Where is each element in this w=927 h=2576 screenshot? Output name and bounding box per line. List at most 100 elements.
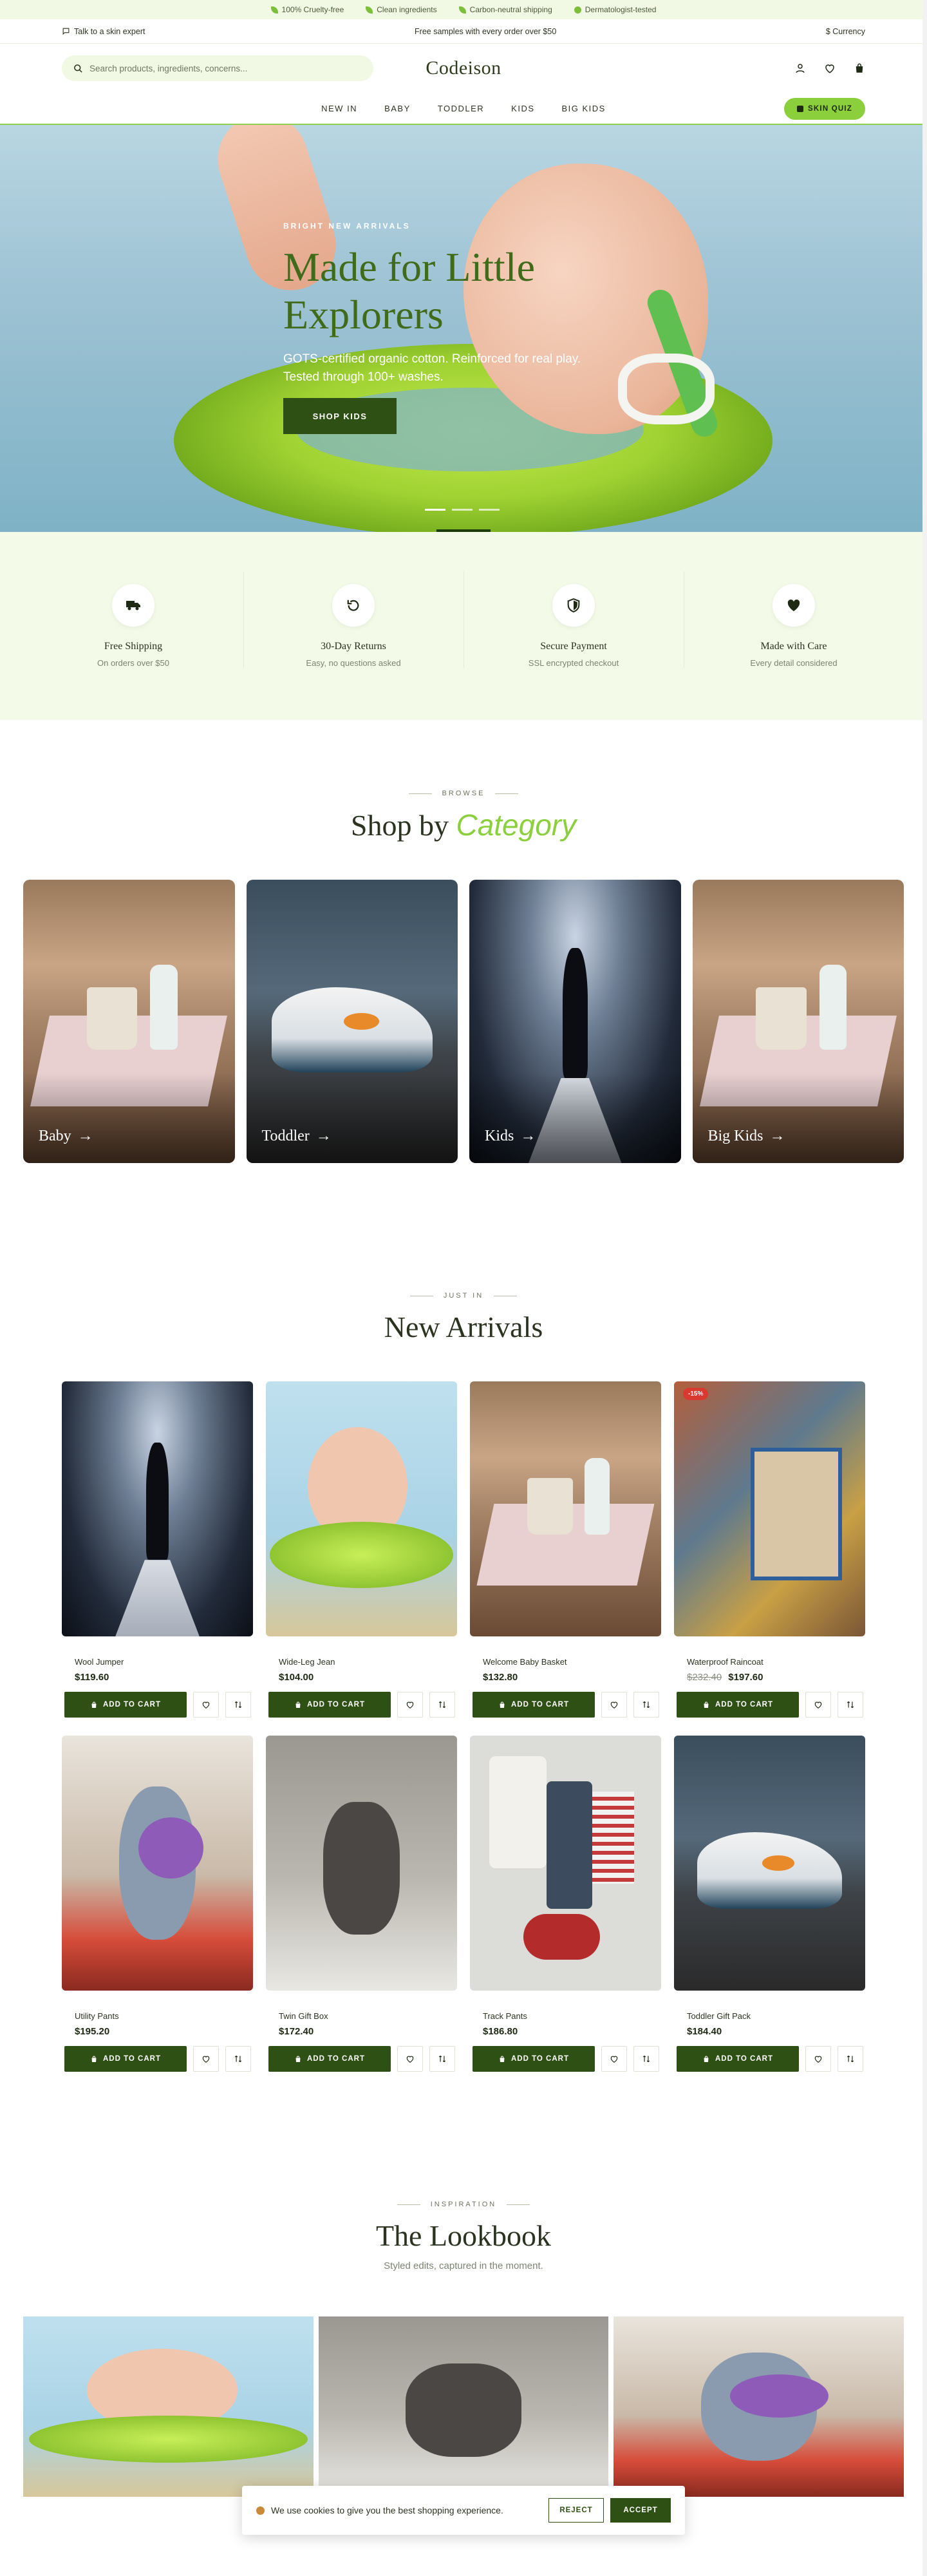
reject-cookies-button[interactable]: REJECT <box>548 2498 604 2523</box>
cart-icon[interactable] <box>854 62 865 74</box>
add-to-cart-button[interactable]: ADD TO CART <box>473 2046 595 2072</box>
product-name[interactable]: Wool Jumper <box>62 1657 253 1667</box>
lookbook-image[interactable] <box>318 2316 609 2497</box>
lookbook-image[interactable] <box>23 2316 314 2497</box>
product-name[interactable]: Welcome Baby Basket <box>470 1657 661 1667</box>
category-card-kids[interactable]: Kids → <box>469 880 681 1163</box>
add-to-cart-button[interactable]: ADD TO CART <box>64 1692 187 1718</box>
product-image[interactable] <box>674 1736 865 1991</box>
cookie-icon <box>256 2506 265 2515</box>
category-label: Baby → <box>39 1128 93 1144</box>
page-scrollbar[interactable] <box>922 0 927 2576</box>
hero-title: Made for Little Explorers <box>283 244 535 337</box>
add-to-cart-button[interactable]: ADD TO CART <box>473 1692 595 1718</box>
product-name[interactable]: Waterproof Raincoat <box>674 1657 865 1667</box>
nav-item-toddler[interactable]: TODDLER <box>438 104 484 113</box>
product-card[interactable]: Utility Pants $195.20 ADD TO CART <box>62 1736 253 2072</box>
image-detail <box>271 987 433 1073</box>
category-card-toddler[interactable]: Toddler → <box>246 880 458 1163</box>
compare-button[interactable] <box>838 2046 863 2072</box>
product-name[interactable]: Track Pants <box>470 2011 661 2021</box>
feature-subtitle: Easy, no questions asked <box>306 658 401 668</box>
product-name[interactable]: Utility Pants <box>62 2011 253 2021</box>
compare-icon <box>642 2055 650 2063</box>
bag-icon <box>704 1701 709 1708</box>
product-card[interactable]: Wool Jumper $119.60 ADD TO CART <box>62 1381 253 1718</box>
feature-title: Made with Care <box>760 641 827 652</box>
announcement-item: Dermatologist-tested <box>574 5 656 14</box>
product-name[interactable]: Wide-Leg Jean <box>266 1657 457 1667</box>
product-card[interactable]: Welcome Baby Basket $132.80 ADD TO CART <box>470 1381 661 1718</box>
wishlist-button[interactable] <box>805 1692 831 1718</box>
compare-button[interactable] <box>225 2046 251 2072</box>
product-card[interactable]: Twin Gift Box $172.40 ADD TO CART <box>266 1736 457 2072</box>
wishlist-button[interactable] <box>601 2046 627 2072</box>
wishlist-button[interactable] <box>193 2046 219 2072</box>
product-card[interactable]: -15% Waterproof Raincoat $232.40 $197.60 ADD… <box>674 1381 865 1718</box>
product-image[interactable] <box>266 1736 457 1991</box>
product-card[interactable]: Wide-Leg Jean $104.00 ADD TO CART <box>266 1381 457 1718</box>
wishlist-button[interactable] <box>397 2046 423 2072</box>
image-detail <box>523 1914 600 1960</box>
category-card-baby[interactable]: Baby → <box>23 880 235 1163</box>
product-image[interactable] <box>470 1736 661 1991</box>
compare-icon <box>234 1701 242 1709</box>
carousel-dots <box>425 509 500 511</box>
shop-kids-button[interactable]: SHOP KIDS <box>283 398 397 434</box>
wishlist-icon[interactable] <box>824 62 836 74</box>
compare-button[interactable] <box>633 1692 659 1718</box>
add-to-cart-button[interactable]: ADD TO CART <box>268 1692 391 1718</box>
category-label: Kids → <box>485 1128 536 1144</box>
site-logo[interactable]: Codeison <box>426 57 501 79</box>
search-placeholder: Search products, ingredients, concerns..… <box>89 63 248 73</box>
wishlist-button[interactable] <box>601 1692 627 1718</box>
add-to-cart-button[interactable]: ADD TO CART <box>677 2046 799 2072</box>
product-actions: ADD TO CART <box>470 1692 661 1718</box>
product-image[interactable]: -15% <box>674 1381 865 1636</box>
add-to-cart-button[interactable]: ADD TO CART <box>268 2046 391 2072</box>
image-detail <box>819 965 847 1050</box>
accept-cookies-button[interactable]: ACCEPT <box>610 2498 671 2523</box>
compare-button[interactable] <box>429 1692 455 1718</box>
product-price: $195.20 <box>62 2026 253 2037</box>
sale-badge: -15% <box>683 1388 709 1400</box>
account-icon[interactable] <box>794 62 806 74</box>
add-to-cart-button[interactable]: ADD TO CART <box>64 2046 187 2072</box>
skin-quiz-button[interactable]: SKIN QUIZ <box>784 98 865 120</box>
product-image[interactable] <box>62 1381 253 1636</box>
compare-button[interactable] <box>633 2046 659 2072</box>
carousel-dot[interactable] <box>452 509 473 511</box>
compare-button[interactable] <box>225 1692 251 1718</box>
product-image[interactable] <box>266 1381 457 1636</box>
nav-item-new-in[interactable]: NEW IN <box>321 104 357 113</box>
arrow-right-icon: → <box>769 1128 785 1144</box>
product-name[interactable]: Toddler Gift Pack <box>674 2011 865 2021</box>
nav-item-big-kids[interactable]: BIG KIDS <box>562 104 606 113</box>
wishlist-button[interactable] <box>193 1692 219 1718</box>
carousel-dot[interactable] <box>425 509 445 511</box>
compare-button[interactable] <box>429 2046 455 2072</box>
wishlist-button[interactable] <box>397 1692 423 1718</box>
nav-item-baby[interactable]: BABY <box>384 104 411 113</box>
image-detail <box>729 2374 829 2418</box>
product-card[interactable]: Toddler Gift Pack $184.40 ADD TO CART <box>674 1736 865 2072</box>
carousel-dot[interactable] <box>479 509 500 511</box>
search-input[interactable]: Search products, ingredients, concerns..… <box>62 55 373 81</box>
current-price: $119.60 <box>75 1672 109 1683</box>
currency-selector[interactable]: $ Currency <box>826 27 865 36</box>
compare-button[interactable] <box>838 1692 863 1718</box>
category-grid: Baby → Toddler → Kids → Big Kids → <box>0 880 927 1163</box>
wishlist-button[interactable] <box>805 2046 831 2072</box>
category-section-header: BROWSE Shop by Category <box>0 790 927 842</box>
product-name[interactable]: Twin Gift Box <box>266 2011 457 2021</box>
product-image[interactable] <box>470 1381 661 1636</box>
skin-expert-link[interactable]: Talk to a skin expert <box>62 27 145 36</box>
product-image[interactable] <box>62 1736 253 1991</box>
lookbook-image[interactable] <box>613 2316 904 2497</box>
product-card[interactable]: Track Pants $186.80 ADD TO CART <box>470 1736 661 2072</box>
category-card-big-kids[interactable]: Big Kids → <box>692 880 904 1163</box>
image-detail <box>29 2416 308 2463</box>
bag-icon <box>704 2056 709 2062</box>
nav-item-kids[interactable]: KIDS <box>511 104 534 113</box>
add-to-cart-button[interactable]: ADD TO CART <box>677 1692 799 1718</box>
